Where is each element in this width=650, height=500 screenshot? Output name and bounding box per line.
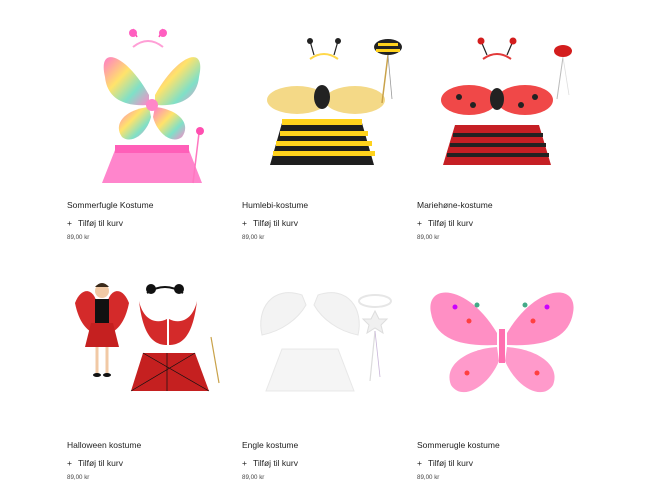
product-name[interactable]: Sommerfugle Kostume (67, 200, 153, 210)
add-to-cart-button[interactable]: + Tilføj til kurv (242, 218, 298, 228)
product-grid: Sommerfugle Kostume + Tilføj til kurv 89,… (0, 0, 650, 500)
product-price: 89,00 kr (67, 474, 90, 481)
plus-icon: + (242, 218, 247, 228)
add-to-cart-label: Tilføj til kurv (77, 458, 123, 468)
add-to-cart-button[interactable]: + Tilføj til kurv (417, 218, 473, 228)
add-to-cart-label: Tilføj til kurv (427, 458, 473, 468)
product-price: 89,00 kr (242, 234, 265, 241)
product-image[interactable] (417, 265, 587, 435)
product-price: 89,00 kr (417, 474, 440, 481)
add-to-cart-button[interactable]: + Tilføj til kurv (67, 218, 123, 228)
product-name[interactable]: Sommerugle kostume (417, 440, 500, 450)
plus-icon: + (67, 458, 72, 468)
product-price: 89,00 kr (242, 474, 265, 481)
add-to-cart-button[interactable]: + Tilføj til kurv (417, 458, 473, 468)
plus-icon: + (242, 458, 247, 468)
add-to-cart-label: Tilføj til kurv (77, 218, 123, 228)
add-to-cart-button[interactable]: + Tilføj til kurv (242, 458, 298, 468)
product-image[interactable] (242, 25, 412, 195)
add-to-cart-label: Tilføj til kurv (252, 218, 298, 228)
add-to-cart-button[interactable]: + Tilføj til kurv (67, 458, 123, 468)
product-name[interactable]: Engle kostume (242, 440, 298, 450)
plus-icon: + (417, 458, 422, 468)
product-image[interactable] (242, 265, 412, 435)
product-image[interactable] (67, 25, 237, 195)
product-name[interactable]: Humlebi-kostume (242, 200, 308, 210)
plus-icon: + (417, 218, 422, 228)
add-to-cart-label: Tilføj til kurv (427, 218, 473, 228)
product-name[interactable]: Halloween kostume (67, 440, 141, 450)
plus-icon: + (67, 218, 72, 228)
add-to-cart-label: Tilføj til kurv (252, 458, 298, 468)
product-price: 89,00 kr (417, 234, 440, 241)
product-image[interactable] (67, 265, 237, 435)
product-image[interactable] (417, 25, 587, 195)
product-price: 89,00 kr (67, 234, 90, 241)
product-name[interactable]: Mariehøne-kostume (417, 200, 493, 210)
